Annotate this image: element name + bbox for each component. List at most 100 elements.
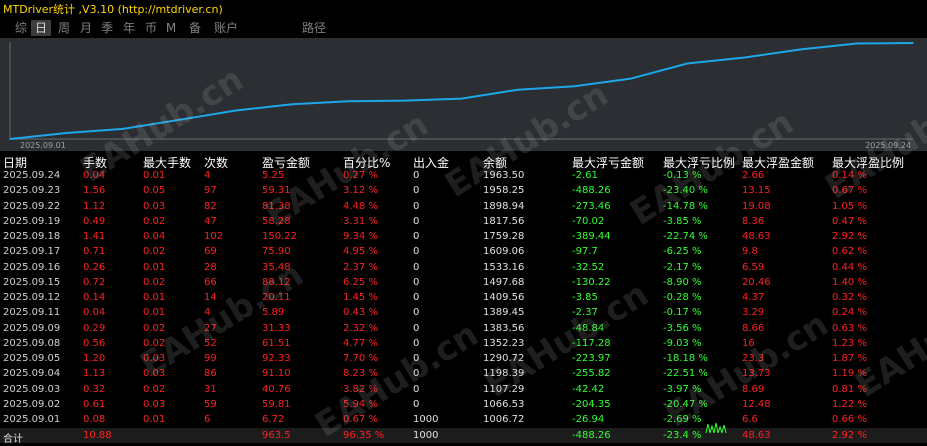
table-cell: 0.03: [143, 368, 166, 380]
table-row[interactable]: 2025.09.09 0.29 0.02 27 31.33 2.32 % 0 1383.56 -…: [0, 321, 927, 336]
table-cell: -2.61: [572, 170, 598, 181]
table-row[interactable]: 2025.09.19 0.49 0.02 47 58.28 3.31 % 0 1817.56 -…: [0, 214, 927, 229]
table-row[interactable]: 2025.09.05 1.20 0.03 99 92.33 7.70 % 0 1290.72 -…: [0, 351, 927, 366]
table-cell: 0: [413, 383, 420, 395]
table-row[interactable]: 2025.09.17 0.71 0.02 69 75.90 4.95 % 0 1609.06 -…: [0, 244, 927, 259]
total-cell: 2.92 %: [832, 430, 867, 442]
table-cell: 2025.09.22: [3, 200, 61, 212]
equity-point: [234, 109, 237, 112]
table-cell: 2025.09.09: [3, 322, 61, 334]
table-cell: 8.36: [742, 215, 765, 227]
table-row[interactable]: 2025.09.01 0.08 0.01 6 6.72 0.67 % 1000 1006.72…: [0, 412, 927, 427]
table-cell: 0: [413, 170, 420, 181]
table-cell: 58.28: [262, 215, 291, 227]
table-row[interactable]: 2025.09.16 0.26 0.01 28 35.48 2.37 % 0 1533.16 -…: [0, 260, 927, 275]
table-cell: 1.13: [83, 368, 106, 380]
table-cell: -32.52: [572, 261, 605, 273]
table-cell: 0: [413, 261, 420, 273]
table-cell: -2.37: [572, 307, 598, 319]
table-cell: 2025.09.05: [3, 353, 61, 364]
table-cell: 1383.56: [483, 322, 525, 334]
table-cell: 8.23 %: [343, 368, 378, 380]
table-cell: 1006.72: [483, 414, 525, 425]
scroll-grip-icon[interactable]: [704, 420, 728, 433]
table-row[interactable]: 2025.09.15 0.72 0.02 66 88.12 6.25 % 0 1497.68 -…: [0, 275, 927, 290]
table-cell: 8.66: [742, 322, 765, 334]
table-cell: 0.04: [83, 307, 106, 319]
table-cell: 1.87 %: [832, 353, 867, 364]
tab-0[interactable]: 综: [11, 20, 31, 36]
tab-9[interactable]: 账户: [209, 20, 243, 36]
table-cell: -48.84: [572, 322, 605, 334]
table-cell: 1759.28: [483, 231, 525, 242]
table-row[interactable]: 2025.09.12 0.14 0.01 14 20.11 1.45 % 0 1409.56 -…: [0, 290, 927, 305]
table-cell: 20.11: [262, 292, 291, 303]
table-cell: 13.15: [742, 185, 771, 197]
table-cell: -6.25 %: [663, 246, 702, 258]
table-cell: 0.01: [143, 292, 166, 303]
table-cell: -2.69 %: [663, 414, 702, 425]
table-cell: 0.62 %: [832, 246, 867, 258]
equity-point: [460, 97, 463, 100]
table-row[interactable]: 2025.09.08 0.56 0.02 52 61.51 4.77 % 0 1352.23 -…: [0, 336, 927, 351]
table-cell: 31: [204, 383, 217, 395]
table-cell: 91.10: [262, 368, 291, 380]
table-cell: -204.35: [572, 398, 611, 410]
equity-point: [291, 103, 293, 106]
table-row[interactable]: 2025.09.22 1.12 0.03 82 81.38 4.48 % 0 1898.94 -…: [0, 199, 927, 214]
table-cell: 0.08: [83, 414, 106, 425]
table-cell: 1.40 %: [832, 276, 867, 288]
total-row[interactable]: 合计 10.88 963.5 96.35 % 1000 -488.26 -23.4 % 48.…: [0, 428, 927, 445]
table-cell: 66: [204, 276, 217, 288]
table-row[interactable]: 2025.09.03 0.32 0.02 31 40.76 3.82 % 0 1107.29 -…: [0, 382, 927, 397]
table-cell: 97: [204, 185, 217, 197]
tab-1[interactable]: 日: [31, 20, 51, 36]
table-cell: 1107.29: [483, 383, 525, 395]
tab-6[interactable]: 币: [141, 20, 161, 36]
table-cell: 1.56: [83, 185, 106, 197]
table-cell: 0.02: [143, 246, 166, 258]
table-cell: -3.85 %: [663, 215, 702, 227]
tab-3[interactable]: 月: [76, 20, 96, 36]
table-cell: 1.45 %: [343, 292, 378, 303]
table-cell: 0.71: [83, 246, 106, 258]
table-cell: 0.66 %: [832, 414, 867, 425]
table-cell: -8.90 %: [663, 276, 702, 288]
table-row[interactable]: 2025.09.02 0.61 0.03 59 59.81 5.94 % 0 1066.53 -…: [0, 397, 927, 412]
table-row[interactable]: 2025.09.23 1.56 0.05 97 59.31 3.12 % 0 1958.25 -…: [0, 183, 927, 198]
table-cell: -70.02: [572, 215, 605, 227]
table-row[interactable]: 2025.09.11 0.04 0.01 4 5.89 0.43 % 0 1389.45 -2.…: [0, 305, 927, 320]
table-cell: 48.63: [742, 231, 771, 242]
equity-line: [9, 42, 914, 140]
table-cell: 0.02: [143, 337, 166, 349]
equity-point: [517, 88, 519, 91]
table-cell: 3.12 %: [343, 185, 378, 197]
tab-8[interactable]: 备: [185, 20, 205, 36]
total-cell: 963.5: [262, 430, 291, 442]
table-cell: 2025.09.04: [3, 368, 61, 380]
table-row[interactable]: 2025.09.24 0.04 0.01 4 5.25 0.27 % 0 1963.50 -2.…: [0, 168, 927, 183]
table-cell: -22.51 %: [663, 368, 708, 380]
table-cell: 4: [204, 307, 211, 319]
table-cell: 0: [413, 215, 420, 227]
tab-2[interactable]: 周: [54, 20, 74, 36]
table-row[interactable]: 2025.09.18 1.41 0.04 102 150.22 9.34 % 0 1759.2…: [0, 229, 927, 244]
table-cell: 0.01: [143, 307, 166, 319]
table-cell: 2025.09.03: [3, 383, 61, 395]
table-cell: -117.28: [572, 337, 611, 349]
tab-5[interactable]: 年: [119, 20, 139, 36]
table-cell: 1352.23: [483, 337, 525, 349]
tab-4[interactable]: 季: [97, 20, 117, 36]
table-row[interactable]: 2025.09.04 1.13 0.03 86 91.10 8.23 % 0 1198.39 -…: [0, 366, 927, 381]
table-cell: 2025.09.01: [3, 414, 61, 425]
equity-point: [178, 118, 181, 121]
table-cell: 61.51: [262, 337, 291, 349]
table-cell: 9.8: [742, 246, 758, 258]
table-cell: 4.77 %: [343, 337, 378, 349]
table-cell: -3.97 %: [663, 383, 702, 395]
tab-7[interactable]: M: [164, 20, 178, 36]
table-cell: -3.56 %: [663, 322, 702, 334]
tab-10[interactable]: 路径: [297, 20, 331, 36]
table-cell: 1.19 %: [832, 368, 867, 380]
table-cell: 0: [413, 398, 420, 410]
